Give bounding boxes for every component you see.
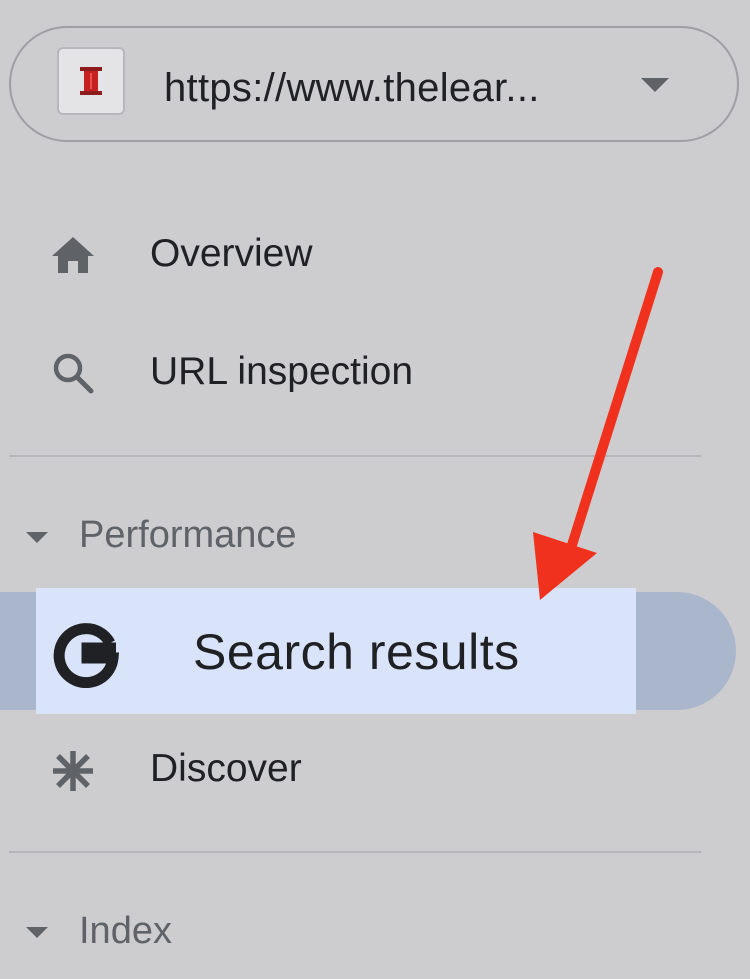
nav-label-url-inspection: URL inspection [150, 350, 414, 393]
divider [9, 455, 701, 457]
nav-label-overview: Overview [150, 232, 313, 275]
asterisk-icon [46, 744, 100, 798]
nav-item-url-inspection[interactable]: URL inspection [0, 333, 750, 413]
divider [9, 851, 701, 853]
section-label-index: Index [79, 910, 172, 952]
caret-down-icon[interactable] [641, 78, 669, 92]
nav-label-search-results: Search results [193, 624, 520, 680]
section-performance[interactable]: Performance [0, 505, 750, 565]
nav-label-discover: Discover [150, 747, 302, 790]
property-url[interactable]: https://www.thelear... [164, 64, 540, 112]
nav-item-discover[interactable]: Discover [0, 730, 750, 810]
nav-item-overview[interactable]: Overview [0, 215, 750, 295]
home-icon [46, 228, 100, 282]
google-g-icon [52, 618, 122, 689]
section-label-performance: Performance [79, 514, 297, 556]
red-spool-favicon [80, 67, 102, 95]
caret-down-icon[interactable] [26, 927, 48, 938]
search-icon [46, 346, 100, 400]
red-arrow-annotation [533, 267, 663, 600]
section-index[interactable]: Index [0, 902, 750, 962]
caret-down-icon[interactable] [26, 532, 48, 543]
site-favicon [57, 47, 125, 115]
